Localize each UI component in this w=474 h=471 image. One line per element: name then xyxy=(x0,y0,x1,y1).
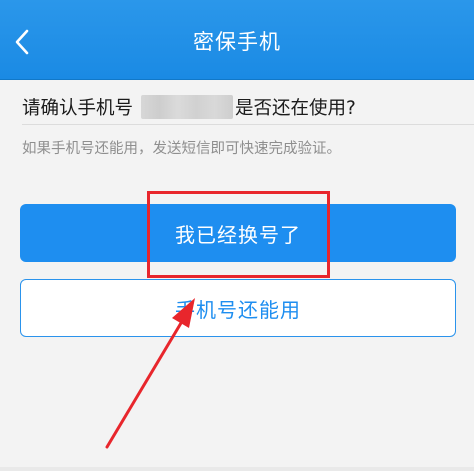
title-bar: 密保手机 xyxy=(0,0,474,80)
question-prefix: 请确认手机号 xyxy=(22,98,134,119)
hint-text: 如果手机号还能用，发送短信即可快速完成验证。 xyxy=(22,141,341,157)
confirm-phone-question: 请确认手机号 是否还在使用? xyxy=(22,93,356,121)
page-title: 密保手机 xyxy=(193,30,281,54)
still-usable-button[interactable]: 手机号还能用 xyxy=(20,279,456,337)
question-suffix: 是否还在使用? xyxy=(235,98,356,119)
masked-phone-number xyxy=(141,95,234,119)
bottom-edge xyxy=(0,467,474,471)
divider xyxy=(22,124,474,125)
changed-number-button[interactable]: 我已经换号了 xyxy=(20,204,456,262)
